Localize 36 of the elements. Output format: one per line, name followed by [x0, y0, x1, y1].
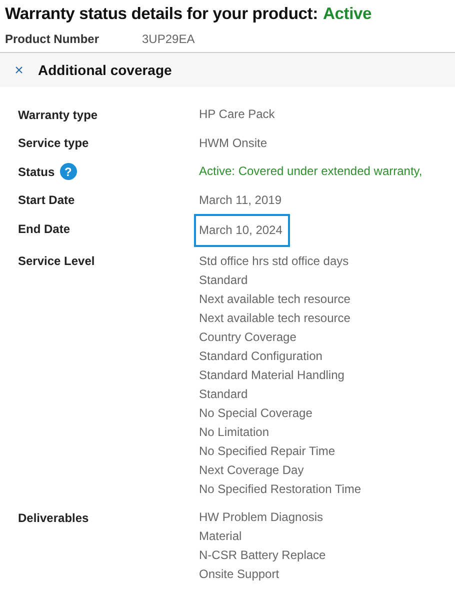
field-value: No Specified Restoration Time	[199, 480, 362, 498]
field-value: Next Coverage Day	[199, 462, 304, 478]
field-value: Active: Covered under extended warranty,	[199, 163, 422, 180]
field-value: Standard Material Handling	[199, 366, 344, 384]
product-number-label: Product Number	[5, 32, 100, 46]
field-value: HP Care Pack	[199, 106, 275, 123]
field-value: No Specified Repair Time	[199, 442, 336, 460]
field-label: Warranty type	[18, 108, 98, 122]
warranty-status: Active	[322, 4, 372, 24]
field-label: Deliverables	[18, 510, 89, 524]
field-value: Std office hrs std office days	[199, 252, 349, 270]
field-value: Next available tech resource	[199, 310, 350, 326]
field-label: Status	[18, 164, 55, 178]
collapse-button[interactable]: ×	[12, 62, 26, 78]
field-value: Standard	[199, 272, 248, 288]
field-value: HW Problem Diagnosis	[199, 509, 324, 526]
field-label: Start Date	[18, 193, 75, 207]
field-value: No Limitation	[199, 424, 270, 440]
field-value: March 10, 2024	[194, 214, 290, 247]
field-value: March 11, 2019	[199, 192, 282, 208]
field-label: Service type	[18, 136, 89, 150]
field-value: Country Coverage	[199, 328, 296, 346]
field-value: No Special Coverage	[199, 404, 312, 422]
page-title: Warranty status details for your product:	[5, 4, 318, 24]
field-label: End Date	[18, 222, 70, 236]
product-number: 3UP29EA	[142, 32, 195, 46]
field-value: Next available tech resource	[199, 290, 350, 308]
field-label: Service Level	[18, 254, 95, 268]
field-value: N-CSR Battery Replace	[199, 547, 326, 564]
field-value: HWM Onsite	[199, 134, 268, 152]
field-value: Standard Configuration	[199, 348, 322, 364]
field-value: Material	[199, 528, 242, 545]
section-title: Additional coverage	[38, 62, 172, 78]
field-value: Standard	[199, 386, 248, 402]
help-icon[interactable]: ?	[60, 163, 77, 180]
field-value: Onsite Support	[199, 566, 280, 583]
